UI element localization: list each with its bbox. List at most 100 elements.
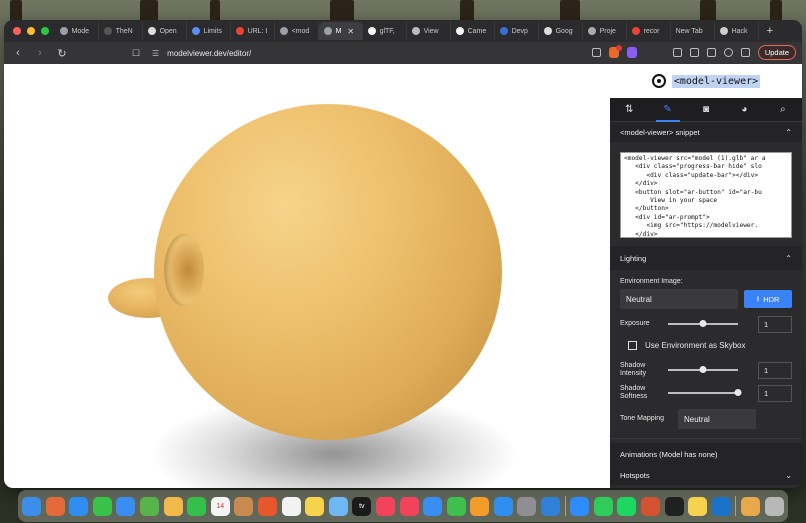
chevron-down-icon[interactable]: ⌄ [785,471,792,480]
brave-icon[interactable] [257,496,277,516]
skybox-checkbox[interactable] [628,340,637,350]
shadow-softness-slider[interactable] [668,389,742,396]
forward-arrow-icon[interactable]: › [34,47,46,59]
maps-icon[interactable] [139,496,159,516]
exposure-input[interactable]: 1 [758,315,792,333]
launchpad-icon[interactable] [45,496,65,516]
address-bar[interactable]: ☰ modelviewer.dev/editor/ [152,45,652,61]
shadow-softness-slider-thumb[interactable] [734,389,742,396]
extensions-icon[interactable] [723,48,733,57]
snippet-section-header[interactable]: <model-viewer> snippet ⌃ [610,122,802,142]
spotify-icon[interactable] [617,496,637,516]
terminal-icon[interactable] [664,496,684,516]
close-window-button[interactable] [13,27,21,35]
calendar-icon[interactable]: 14 [210,496,230,516]
whatsapp-icon[interactable] [593,496,613,516]
browser-tab-label: View [423,27,439,35]
browser-tab[interactable]: URL: I [231,22,275,40]
settings-icon[interactable] [517,496,537,516]
browser-tab[interactable]: <mod [275,22,319,40]
tone-mapping-select[interactable]: Neutral [678,409,756,429]
tv-icon[interactable]: tv [352,496,372,516]
shadow-intensity-slider[interactable] [668,366,738,373]
outlook-icon[interactable] [711,496,731,516]
notes-icon[interactable] [305,496,325,516]
update-button[interactable]: Update [757,45,796,60]
hotspots-title: Hotspots [620,470,650,480]
close-tab-icon[interactable]: ✕ [347,27,354,36]
browser-tab[interactable]: M ✕ [318,22,363,40]
camera-icon[interactable]: ◙ [694,98,718,122]
browser-tab[interactable]: Open [143,22,187,40]
mail-icon[interactable] [116,496,136,516]
browser-tab[interactable]: Devp [495,22,539,40]
browser-tab[interactable]: Proje [583,22,627,40]
numbers-icon[interactable] [446,496,466,516]
hdr-upload-button[interactable]: ⭳ HDR [744,290,792,308]
sidebar-icon[interactable] [672,48,682,57]
bookmark-icon[interactable]: ☐ [130,48,142,59]
shadow-intensity-row: Shadow Intensity 1 [610,359,802,381]
model-viewer-canvas[interactable] [4,64,610,488]
split-view-icon[interactable] [689,48,699,57]
browser-tab[interactable]: Mode [55,22,99,40]
zoom-window-button[interactable] [41,27,49,35]
trash-icon[interactable] [764,496,784,516]
preview-icon[interactable] [741,496,760,516]
back-arrow-icon[interactable]: ‹ [12,47,24,59]
shadow-softness-input[interactable]: 1 [758,384,792,402]
brush-icon[interactable]: ✎ [655,98,680,122]
browser-tab[interactable]: View [407,22,451,40]
window-controls [4,27,55,35]
exposure-slider[interactable] [668,320,738,327]
keynote-icon[interactable] [423,496,443,516]
minimize-window-button[interactable] [27,27,35,35]
news-icon[interactable] [399,496,419,516]
share-icon[interactable] [591,48,601,57]
lighting-section-header[interactable]: Lighting ⌃ [610,246,802,270]
reload-icon[interactable]: ↻ [56,47,68,60]
browser-tab[interactable]: Goog [539,22,583,40]
brave-shields-icon[interactable] [608,45,622,58]
new-tab-plus-icon[interactable]: + [759,25,773,37]
site-settings-icon[interactable]: ☰ [152,49,159,58]
search-icon[interactable]: ⌕ [771,98,795,122]
pages-icon[interactable] [470,496,490,516]
chevron-up-icon[interactable]: ⌃ [785,254,792,263]
reminders-icon[interactable] [281,496,301,516]
stickies-icon[interactable] [688,496,708,516]
vpn-icon[interactable] [740,48,750,57]
finder-icon[interactable] [22,496,41,516]
shadow-softness-label: Shadow Softness [620,385,648,400]
zoom-icon[interactable] [570,496,590,516]
browser-tab[interactable]: Came [451,22,495,40]
shadow-intensity-input[interactable]: 1 [758,361,792,379]
music-icon[interactable] [375,496,395,516]
shadow-intensity-slider-thumb[interactable] [699,366,707,373]
environment-image-select[interactable]: Neutral [620,289,738,309]
chevron-up-icon[interactable]: ⌃ [785,128,792,137]
browser-tab[interactable]: Hack [715,22,759,40]
messages-icon[interactable] [92,496,112,516]
snippet-code-editor[interactable]: <model-viewer src="model (1).glb" ar a <… [620,152,792,238]
palette-icon[interactable]: ◕ [732,98,756,122]
sort-icon[interactable]: ⇅ [617,98,641,122]
powerpoint-icon[interactable] [641,496,661,516]
contacts-icon[interactable] [234,496,254,516]
wallet-icon[interactable] [706,48,716,57]
browser-tab[interactable]: glTF, [363,22,407,40]
safari-icon[interactable] [69,496,89,516]
appstore-icon[interactable] [493,496,513,516]
browser-tab[interactable]: Limits [187,22,231,40]
browser-tab[interactable]: New Tab [671,22,715,40]
browser-tab[interactable]: TheN [99,22,143,40]
rewards-icon[interactable] [626,47,637,58]
freeform-icon[interactable] [328,496,348,516]
photos-icon[interactable] [163,496,183,516]
facetime-icon[interactable] [187,496,207,516]
animations-section-header[interactable]: Animations (Model has none) [610,443,802,465]
hotspots-section-header[interactable]: Hotspots ⌄ [610,465,802,485]
browser-tab[interactable]: recor [627,22,671,40]
vscode-icon[interactable] [541,496,561,516]
exposure-slider-thumb[interactable] [699,320,707,327]
